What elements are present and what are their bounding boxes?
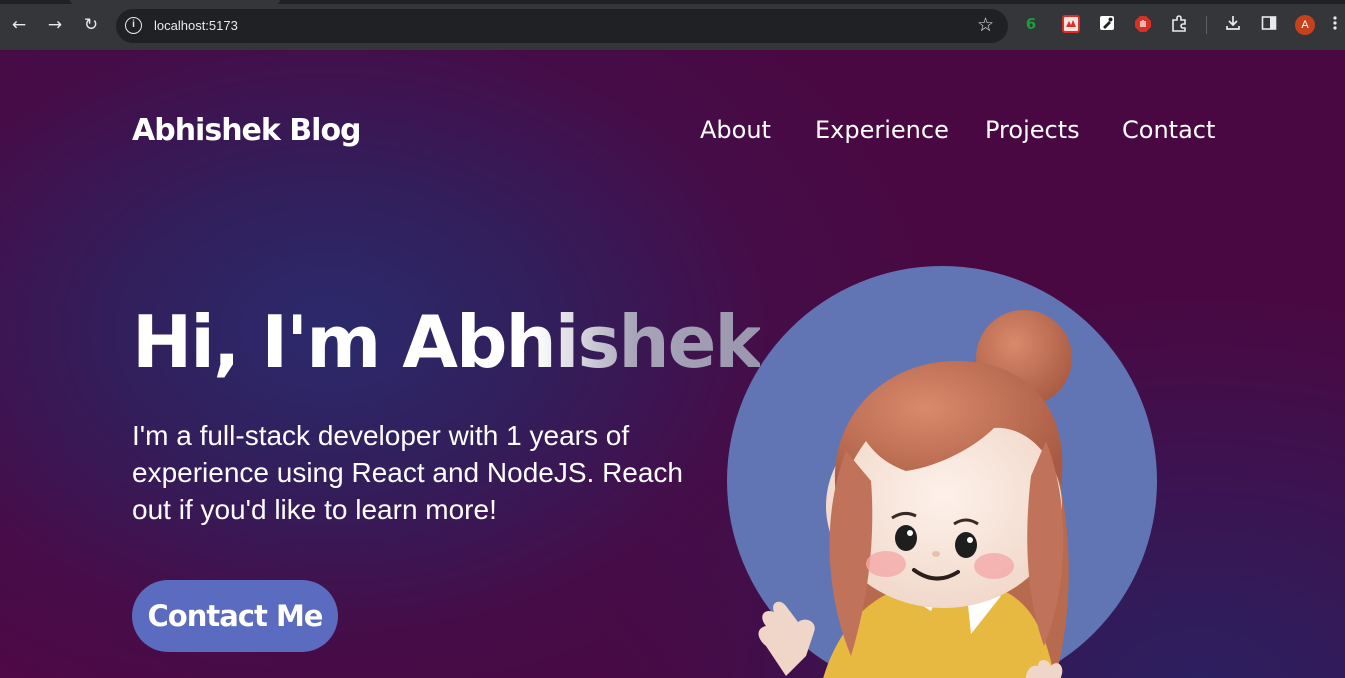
forward-icon[interactable]: → bbox=[44, 14, 66, 36]
reload-icon[interactable]: ↻ bbox=[80, 14, 102, 36]
contact-me-button[interactable]: Contact Me bbox=[132, 580, 338, 652]
counter-extension-icon[interactable]: 6 bbox=[1022, 15, 1040, 33]
extension-red-icon[interactable] bbox=[1062, 15, 1080, 33]
back-icon[interactable]: ← bbox=[8, 14, 30, 36]
toolbar-separator bbox=[1206, 16, 1207, 34]
address-bar[interactable]: i localhost:5173 ☆ bbox=[116, 9, 1008, 43]
tab-strip bbox=[0, 0, 1345, 4]
side-panel-icon[interactable] bbox=[1260, 15, 1278, 33]
adblock-icon[interactable] bbox=[1134, 15, 1152, 33]
nav-link-about[interactable]: About bbox=[700, 116, 771, 144]
download-icon[interactable] bbox=[1224, 15, 1242, 33]
left-eye bbox=[895, 525, 917, 551]
nav-link-experience[interactable]: Experience bbox=[815, 116, 949, 144]
browser-toolbar: ← → ↻ i localhost:5173 ☆ 6 A bbox=[0, 0, 1345, 50]
site-info-icon[interactable]: i bbox=[125, 17, 142, 34]
nav-link-contact[interactable]: Contact bbox=[1122, 116, 1215, 144]
hero-title: Hi, I'm Abhishek bbox=[132, 300, 762, 384]
avatar-illustration bbox=[727, 266, 1157, 678]
address-bar-url[interactable]: localhost:5173 bbox=[154, 18, 238, 33]
nav-link-projects[interactable]: Projects bbox=[985, 116, 1080, 144]
extensions-puzzle-icon[interactable] bbox=[1170, 15, 1188, 33]
active-tab[interactable] bbox=[70, 0, 280, 4]
right-eye bbox=[955, 532, 977, 558]
brand-logo[interactable]: Abhishek Blog bbox=[132, 113, 362, 148]
color-picker-icon[interactable] bbox=[1098, 15, 1116, 33]
browser-menu-icon[interactable] bbox=[1329, 15, 1341, 33]
bookmark-star-icon[interactable]: ☆ bbox=[977, 14, 994, 36]
page-viewport: Abhishek Blog About Experience Projects … bbox=[0, 50, 1345, 678]
hero-description: I'm a full-stack developer with 1 years … bbox=[132, 420, 684, 525]
profile-avatar[interactable]: A bbox=[1295, 15, 1315, 35]
